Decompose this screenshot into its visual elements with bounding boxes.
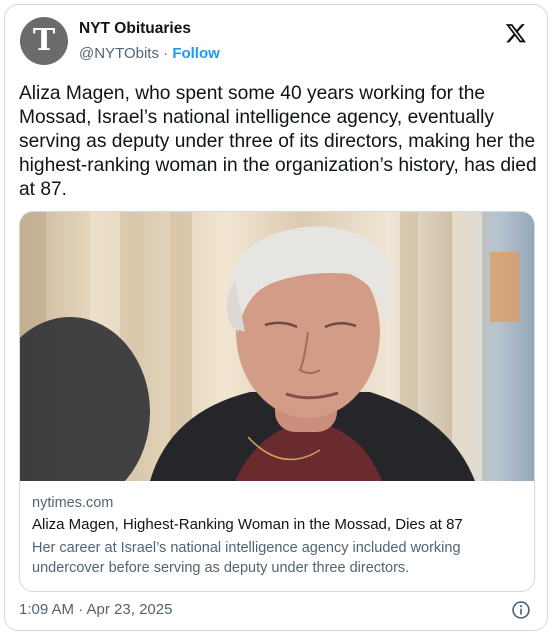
- avatar[interactable]: T: [20, 17, 68, 65]
- tweet-text: Aliza Magen, who spent some 40 years wor…: [19, 83, 537, 200]
- article-photo: [20, 212, 534, 481]
- tweet-card: T NYT Obituaries @NYTObits · Follow Aliz…: [4, 4, 548, 631]
- separator-dot: ·: [163, 45, 169, 62]
- link-headline[interactable]: Aliza Magen, Highest-Ranking Woman in th…: [32, 516, 522, 533]
- x-logo-icon[interactable]: [505, 22, 527, 44]
- account-handle[interactable]: @NYTObits: [79, 45, 159, 62]
- link-preview-card[interactable]: nytimes.com Aliza Magen, Highest-Ranking…: [19, 211, 535, 592]
- avatar-glyph: T: [32, 23, 56, 58]
- portrait-illustration: [20, 212, 520, 481]
- link-domain: nytimes.com: [32, 495, 114, 511]
- link-description: Her career at Israel’s national intellig…: [32, 540, 461, 576]
- tweet-timestamp[interactable]: 1:09 AM · Apr 23, 2025: [19, 601, 172, 618]
- handle-row: @NYTObits · Follow: [79, 45, 220, 62]
- account-name[interactable]: NYT Obituaries: [79, 20, 191, 38]
- follow-button[interactable]: Follow: [172, 45, 220, 62]
- info-icon[interactable]: [511, 600, 531, 620]
- link-meta: nytimes.com Aliza Magen, Highest-Ranking…: [20, 481, 534, 578]
